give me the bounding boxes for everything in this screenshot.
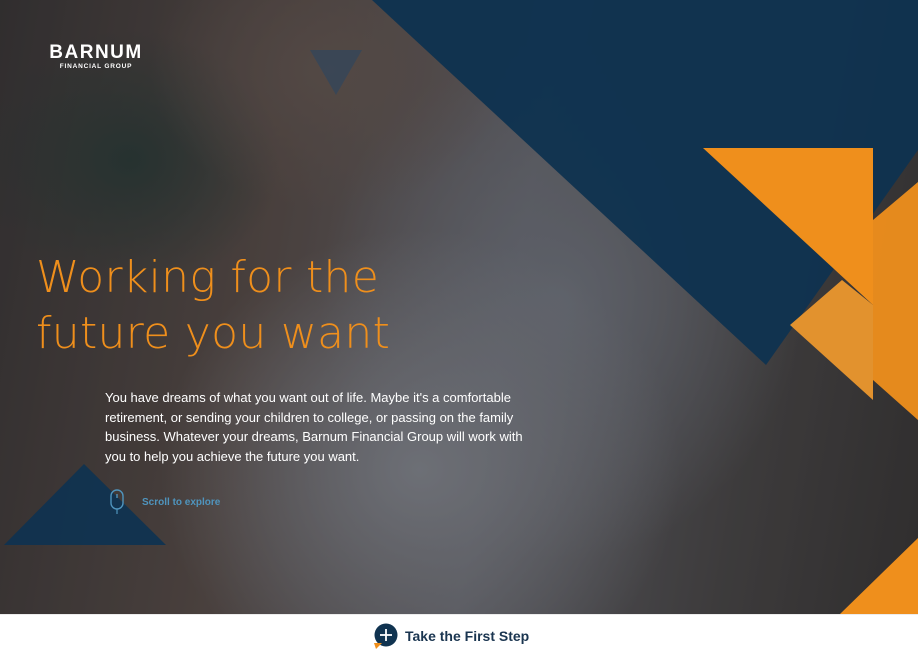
footer-bar: Take the First Step xyxy=(0,614,918,657)
orange-side-shape xyxy=(873,182,918,420)
brand-name: BARNUM xyxy=(49,42,143,63)
headline-line-1: Working for the xyxy=(36,252,380,303)
headline-line-2: future you want xyxy=(36,308,391,359)
scroll-to-explore-link[interactable]: Scroll to explore xyxy=(110,489,220,515)
hero-body-text: You have dreams of what you want out of … xyxy=(105,390,523,464)
cta-label: Take the First Step xyxy=(405,628,530,644)
brand-logo[interactable]: BARNUM FINANCIAL GROUP xyxy=(46,43,146,71)
faint-triangle-shape xyxy=(310,50,362,95)
scroll-label: Scroll to explore xyxy=(142,496,221,508)
mouse-icon xyxy=(110,489,124,514)
brand-subtitle: FINANCIAL GROUP xyxy=(59,63,133,70)
plus-circle-icon xyxy=(374,623,398,649)
take-first-step-button[interactable]: Take the First Step xyxy=(372,623,529,649)
page-title: Working for the future you want xyxy=(36,250,466,362)
hero-section: BARNUM FINANCIAL GROUP Working for the f… xyxy=(0,0,918,614)
orange-corner-shape xyxy=(840,538,918,614)
